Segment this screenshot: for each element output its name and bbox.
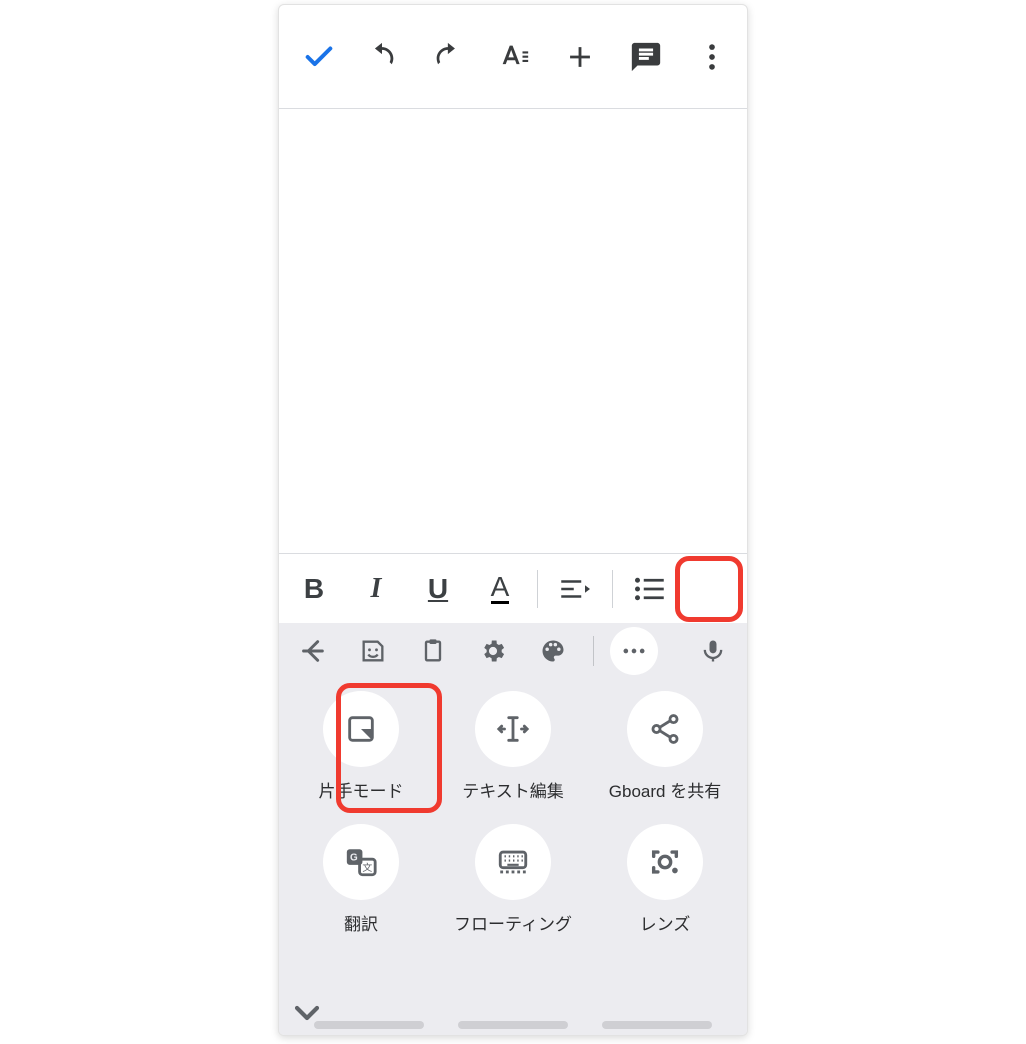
redo-icon <box>431 40 465 74</box>
toolbar-actions <box>351 26 743 88</box>
plus-icon <box>563 40 597 74</box>
clipboard-icon <box>419 637 447 665</box>
undo-icon <box>365 40 399 74</box>
italic-button[interactable]: I <box>349 562 403 616</box>
lens-button[interactable]: レンズ <box>590 824 740 935</box>
more-menu-button[interactable] <box>681 26 743 88</box>
back-arrow-icon <box>299 637 327 665</box>
document-canvas[interactable] <box>279 109 747 553</box>
translate-icon: G文 <box>344 845 378 879</box>
one-handed-icon <box>344 712 378 746</box>
gesture-bar <box>279 1021 747 1029</box>
bulleted-list-button[interactable] <box>623 562 677 616</box>
bulleted-list-icon <box>635 574 665 604</box>
more-vert-icon <box>695 40 729 74</box>
format-bar: B I U A <box>279 553 747 623</box>
align-button[interactable] <box>548 562 602 616</box>
undo-button[interactable] <box>351 26 413 88</box>
keyboard-tools-grid: 片手モード テキスト編集 Gboard を共有 G文 翻訳 フローティング レン… <box>279 679 747 935</box>
app-toolbar <box>279 5 747 109</box>
svg-text:文: 文 <box>362 861 372 874</box>
theme-button[interactable] <box>529 627 577 675</box>
palette-icon <box>539 637 567 665</box>
highlight-list-button <box>675 556 743 622</box>
comment-button[interactable] <box>615 26 677 88</box>
separator <box>593 636 594 666</box>
redo-button[interactable] <box>417 26 479 88</box>
clipboard-button[interactable] <box>409 627 457 675</box>
align-icon <box>560 574 590 604</box>
text-color-button[interactable]: A <box>473 562 527 616</box>
share-gboard-button[interactable]: Gboard を共有 <box>590 691 740 802</box>
separator <box>537 570 538 608</box>
phone-frame: B I U A <box>278 4 748 1036</box>
lens-icon <box>648 845 682 879</box>
text-edit-button[interactable]: テキスト編集 <box>438 691 588 802</box>
text-format-icon <box>497 40 531 74</box>
gesture-pill <box>602 1021 712 1029</box>
underline-button[interactable]: U <box>411 562 465 616</box>
check-icon <box>302 40 336 74</box>
text-format-button[interactable] <box>483 26 545 88</box>
settings-button[interactable] <box>469 627 517 675</box>
gesture-pill <box>458 1021 568 1029</box>
bold-button[interactable]: B <box>287 562 341 616</box>
gesture-pill <box>314 1021 424 1029</box>
floating-keyboard-icon <box>496 845 530 879</box>
voice-input-button[interactable] <box>689 627 737 675</box>
share-icon <box>648 712 682 746</box>
svg-text:G: G <box>350 853 358 864</box>
gear-icon <box>479 637 507 665</box>
keyboard-panel: 片手モード テキスト編集 Gboard を共有 G文 翻訳 フローティング レン… <box>279 623 747 1035</box>
sticker-icon <box>359 637 387 665</box>
keyboard-more-button[interactable] <box>610 627 658 675</box>
done-button[interactable] <box>287 5 351 108</box>
sticker-button[interactable] <box>349 627 397 675</box>
keyboard-back-button[interactable] <box>289 627 337 675</box>
more-horiz-icon <box>620 637 648 665</box>
floating-keyboard-button[interactable]: フローティング <box>438 824 588 935</box>
insert-button[interactable] <box>549 26 611 88</box>
comment-icon <box>629 40 663 74</box>
mic-icon <box>699 637 727 665</box>
keyboard-top-row <box>279 623 747 679</box>
translate-button[interactable]: G文 翻訳 <box>286 824 436 935</box>
separator <box>612 570 613 608</box>
one-handed-mode-button[interactable]: 片手モード <box>286 691 436 802</box>
text-edit-icon <box>496 712 530 746</box>
